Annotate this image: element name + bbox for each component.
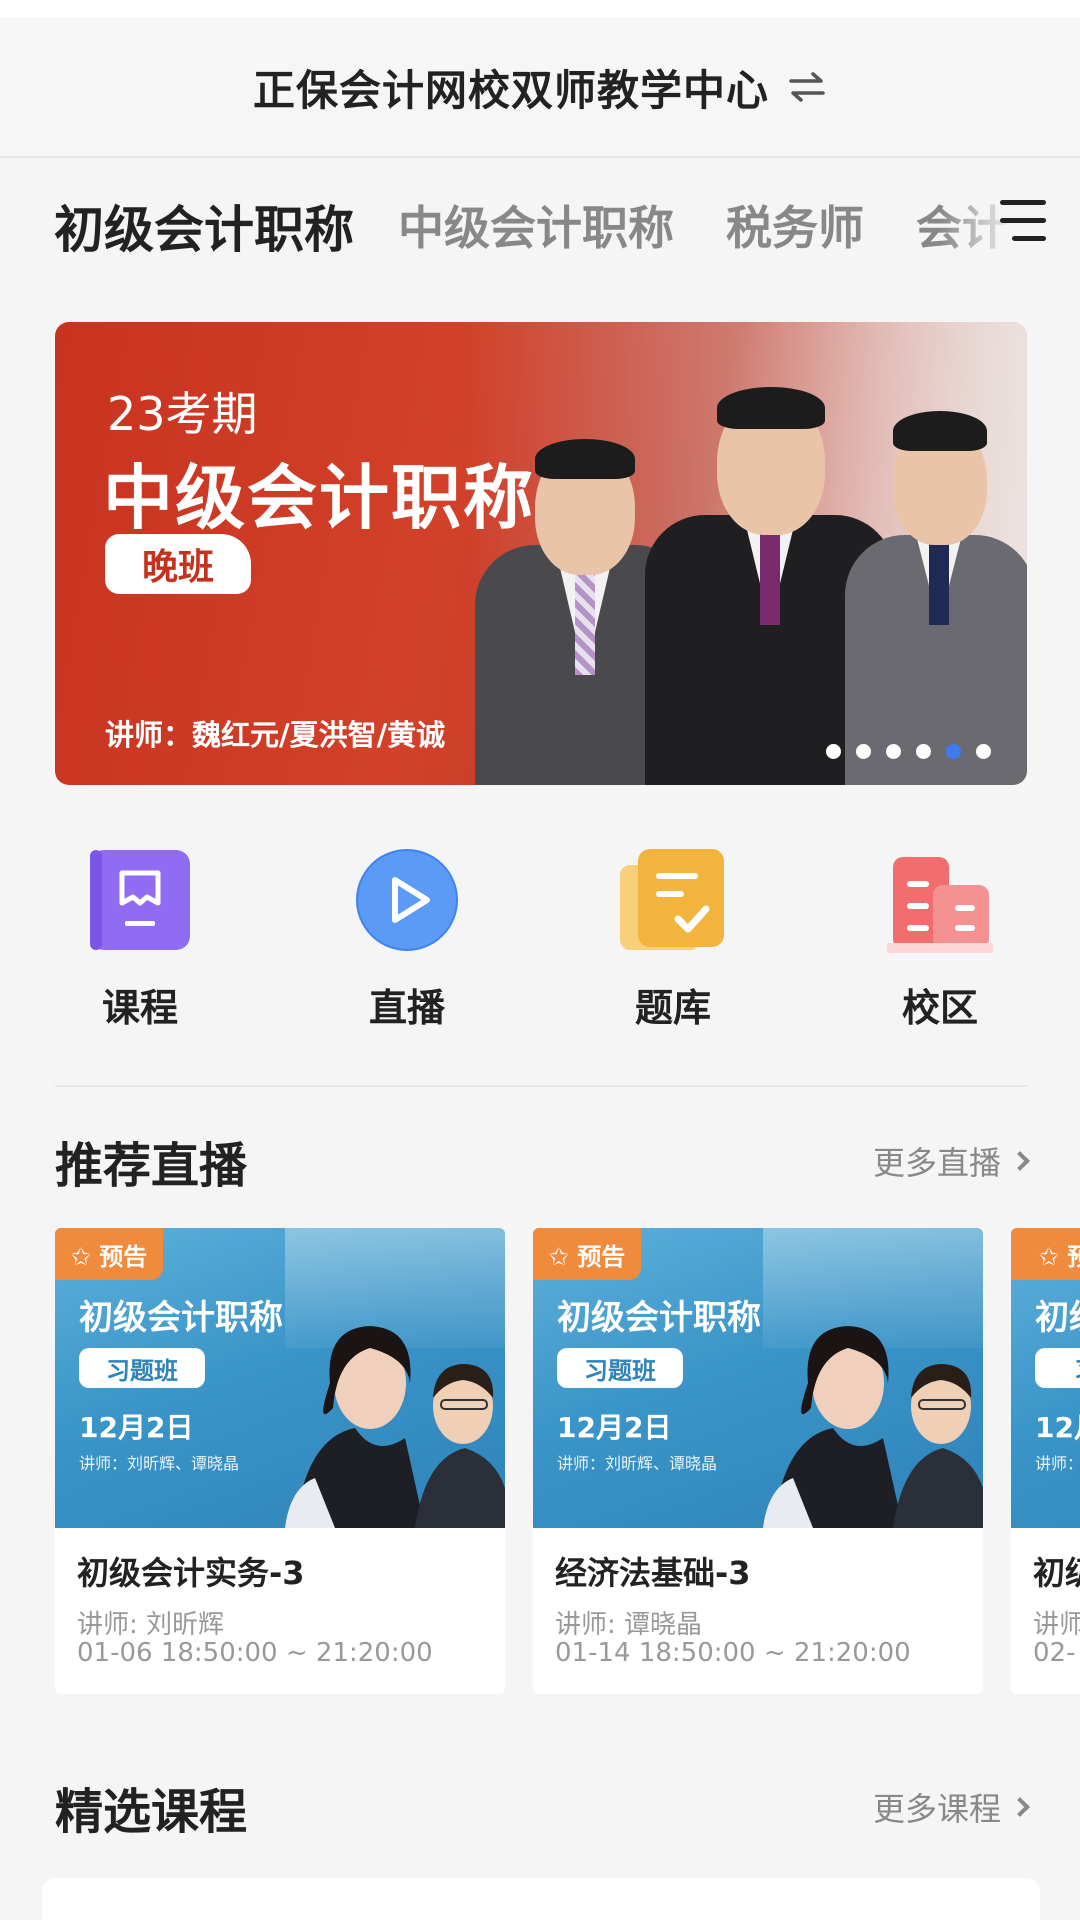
quick-label-questions: 题库 — [634, 986, 711, 1030]
live-card-thumbnail: ✩ 预告 初级会计职称 习题班 12月2日 讲师：刘昕辉、谭晓晶 — [55, 1228, 505, 1528]
banner-dot[interactable] — [886, 744, 901, 759]
course-icon — [85, 845, 195, 955]
banner-teachers: 讲师：魏红元/夏洪智/黄诚 — [105, 718, 446, 752]
live-card-time: 01-06 18:50:00 ~ 21:20:00 — [77, 1638, 433, 1668]
thumb-title: 初级会计职称 — [557, 1298, 761, 1338]
banner-headline: 中级会计职称 — [103, 457, 535, 539]
live-card-teacher: 讲师: 谭晓晶 — [555, 1610, 703, 1640]
banner-dot[interactable] — [976, 744, 991, 759]
preview-tag: ✩ 预告 — [533, 1228, 641, 1280]
thumb-title: 初级会计职称 — [79, 1298, 283, 1338]
chevron-right-icon — [1010, 1797, 1030, 1817]
quick-item-course[interactable]: 课程 — [40, 845, 240, 1032]
live-section-header: 推荐直播 更多直播 — [55, 1126, 1030, 1196]
tab-intermediate-accounting[interactable]: 中级会计职称 — [398, 192, 674, 258]
banner-dot-active[interactable] — [946, 744, 961, 759]
banner-dot[interactable] — [916, 744, 931, 759]
question-bank-icon — [618, 845, 728, 955]
switch-icon[interactable] — [787, 71, 827, 103]
live-card-title: 经济法基础-3 — [555, 1554, 751, 1592]
quick-label-course: 课程 — [101, 986, 178, 1030]
live-card-teacher: 讲师 — [1033, 1610, 1080, 1640]
live-card-thumbnail: ✩ 预 初级 习题 12月 讲师： — [1011, 1228, 1080, 1528]
live-card-time: 02- — [1033, 1638, 1076, 1668]
course-section-title: 精选课程 — [55, 1784, 248, 1840]
thumb-badge: 习题班 — [79, 1348, 205, 1388]
live-card[interactable]: ✩ 预 初级 习题 12月 讲师： 初级 讲师 02- — [1011, 1228, 1080, 1694]
more-live-label: 更多直播 — [872, 1144, 1001, 1182]
course-card[interactable] — [42, 1878, 1040, 1920]
quick-label-campus: 校区 — [901, 986, 978, 1030]
quick-menu: 课程 直播 题库 校区 — [0, 845, 1080, 1045]
live-card-time: 01-14 18:50:00 ~ 21:20:00 — [555, 1638, 911, 1668]
banner-badge: 晚班 — [105, 534, 251, 594]
lecturer-photo — [763, 1326, 983, 1528]
lecturer-photo — [285, 1326, 505, 1528]
course-section-header: 精选课程 更多课程 — [55, 1772, 1030, 1842]
title-bar: 正保会计网校双师教学中心 — [0, 18, 1080, 158]
status-bar — [0, 0, 1080, 18]
thumb-lecturers: 讲师： — [1035, 1454, 1080, 1473]
thumb-date: 12月2日 — [79, 1411, 194, 1444]
banner-dot[interactable] — [826, 744, 841, 759]
thumb-date: 12月2日 — [557, 1411, 672, 1444]
live-card-list: ✩ 预告 初级会计职称 习题班 12月2日 讲师：刘昕辉、谭晓晶 初级会计实务-… — [0, 1228, 1080, 1698]
thumb-lecturers: 讲师：刘昕辉、谭晓晶 — [79, 1454, 240, 1473]
live-card-title: 初级 — [1033, 1554, 1080, 1592]
campus-building-icon — [885, 845, 995, 955]
section-divider — [55, 1085, 1027, 1087]
promo-banner[interactable]: 23考期 中级会计职称 晚班 讲师：魏红元/夏洪智/黄诚 — [55, 322, 1027, 785]
live-card-teacher: 讲师: 刘昕辉 — [77, 1610, 225, 1640]
category-tabs: 初级会计职称 中级会计职称 税务师 会计 — [0, 160, 1080, 290]
quick-item-live[interactable]: 直播 — [307, 845, 507, 1032]
more-courses-label: 更多课程 — [872, 1790, 1001, 1828]
teacher-photo-right — [845, 385, 1027, 785]
quick-item-campus[interactable]: 校区 — [840, 845, 1040, 1032]
live-card-thumbnail: ✩ 预告 初级会计职称 习题班 12月2日 讲师：刘昕辉、谭晓晶 — [533, 1228, 983, 1528]
live-play-icon — [352, 845, 462, 955]
live-card[interactable]: ✩ 预告 初级会计职称 习题班 12月2日 讲师：刘昕辉、谭晓晶 初级会计实务-… — [55, 1228, 505, 1694]
menu-icon[interactable] — [1000, 200, 1046, 244]
live-card[interactable]: ✩ 预告 初级会计职称 习题班 12月2日 讲师：刘昕辉、谭晓晶 经济法基础-3… — [533, 1228, 983, 1694]
banner-dot[interactable] — [856, 744, 871, 759]
banner-term: 23考期 — [107, 387, 258, 441]
tab-primary-accounting[interactable]: 初级会计职称 — [54, 190, 354, 262]
thumb-lecturers: 讲师：刘昕辉、谭晓晶 — [557, 1454, 718, 1473]
more-courses-link[interactable]: 更多课程 — [872, 1784, 1030, 1830]
preview-tag: ✩ 预 — [1011, 1228, 1080, 1280]
quick-label-live: 直播 — [368, 986, 445, 1030]
thumb-date: 12月 — [1035, 1411, 1080, 1444]
thumb-badge: 习题 — [1035, 1348, 1080, 1388]
page-title[interactable]: 正保会计网校双师教学中心 — [253, 57, 769, 118]
preview-tag: ✩ 预告 — [55, 1228, 163, 1280]
banner-pagination — [826, 744, 991, 759]
quick-item-questions[interactable]: 题库 — [573, 845, 773, 1032]
live-section-title: 推荐直播 — [55, 1138, 248, 1194]
chevron-right-icon — [1010, 1151, 1030, 1171]
tab-tax-agent[interactable]: 税务师 — [726, 192, 864, 258]
thumb-badge: 习题班 — [557, 1348, 683, 1388]
live-card-title: 初级会计实务-3 — [77, 1554, 305, 1592]
more-live-link[interactable]: 更多直播 — [872, 1138, 1030, 1184]
thumb-title: 初级 — [1035, 1298, 1080, 1338]
